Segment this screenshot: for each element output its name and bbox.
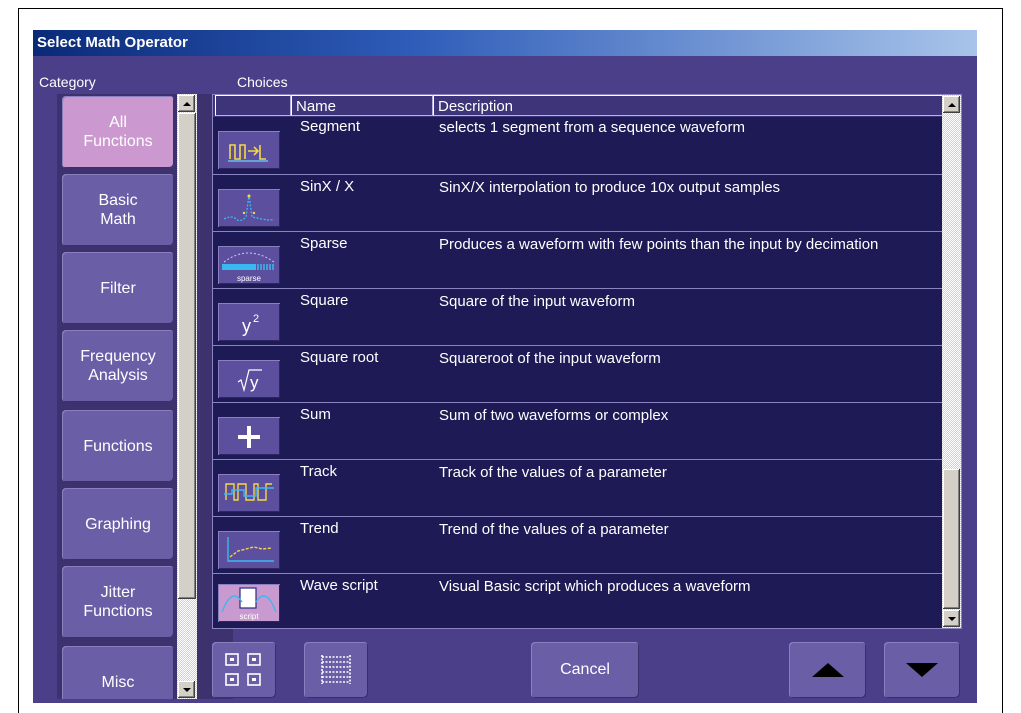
row-name: Trend (300, 520, 339, 537)
script-icon-caption: script (239, 612, 259, 621)
table-row[interactable]: y Square root Squareroot of the input wa… (213, 345, 943, 402)
chevron-up-icon (947, 102, 956, 107)
row-name: Square root (300, 349, 379, 366)
chevron-down-icon (182, 687, 191, 692)
column-header-description[interactable]: Description (433, 95, 943, 116)
row-name: Segment (300, 118, 361, 135)
row-name: Square (300, 292, 349, 309)
scroll-up-button[interactable] (789, 642, 866, 698)
category-frequency-analysis[interactable]: Frequency Analysis (62, 330, 174, 402)
column-header-icon[interactable] (215, 95, 291, 116)
choices-scroll-down-button[interactable] (943, 610, 960, 627)
row-name: Track (300, 463, 337, 480)
table-row[interactable]: sparse Sparse Produces a waveform with f… (213, 231, 943, 288)
row-description: selects 1 segment from a sequence wavefo… (439, 119, 745, 136)
row-name: Wave script (300, 577, 378, 594)
category-filter[interactable]: Filter (62, 252, 174, 324)
row-description: Trend of the values of a parameter (439, 521, 669, 538)
icon-view-button[interactable] (212, 642, 276, 698)
category-list: All Functions Basic Math Filter Frequenc… (57, 94, 233, 699)
svg-text:y: y (242, 316, 251, 336)
sparse-icon: sparse (218, 246, 280, 284)
sinx-icon (218, 189, 280, 227)
table-row[interactable]: Segment selects 1 segment from a sequenc… (213, 117, 943, 174)
track-icon (218, 474, 280, 512)
table-header: Name Description (213, 95, 943, 117)
choices-label: Choices (237, 74, 288, 90)
row-description: Squareroot of the input waveform (439, 350, 661, 367)
chevron-up-icon (182, 101, 191, 106)
choices-scroll-thumb[interactable] (943, 469, 960, 609)
table-row[interactable]: script Wave script Visual Basic script w… (213, 573, 943, 628)
choices-scroll-up-button[interactable] (943, 96, 960, 113)
row-name: SinX / X (300, 178, 355, 195)
select-math-operator-dialog: Select Math Operator Category Choices Al… (33, 30, 977, 703)
trend-icon (218, 531, 280, 569)
row-name: Sparse (300, 235, 348, 252)
table-row[interactable]: Sum Sum of two waveforms or complex (213, 402, 943, 459)
arrow-up-icon (811, 663, 844, 677)
frame-top-line (18, 8, 1003, 9)
script-icon: script (218, 584, 280, 622)
row-description: SinX/X interpolation to produce 10x outp… (439, 179, 781, 196)
category-basic-math[interactable]: Basic Math (62, 174, 174, 246)
category-all-functions[interactable]: All Functions (62, 96, 174, 168)
category-scroll-thumb[interactable] (178, 113, 196, 599)
row-description: Track of the values of a parameter (439, 464, 667, 481)
plus-icon (218, 417, 280, 455)
frame-right-line (1002, 8, 1003, 713)
row-name: Sum (300, 406, 331, 423)
frame-left-line (18, 8, 19, 713)
table-row[interactable]: SinX / X SinX/X interpolation to produce… (213, 174, 943, 231)
sparse-icon-caption: sparse (236, 274, 261, 283)
svg-text:2: 2 (253, 313, 259, 325)
square-root-icon: y (218, 360, 280, 398)
square-icon: y2 (218, 303, 280, 341)
table-row[interactable]: Track Track of the values of a parameter (213, 459, 943, 516)
category-scroll-down-button[interactable] (178, 681, 195, 698)
cancel-button[interactable]: Cancel (531, 642, 639, 698)
category-jitter-functions[interactable]: Jitter Functions (62, 566, 174, 638)
table-row[interactable]: Trend Trend of the values of a parameter (213, 516, 943, 573)
choices-table: Name Description Segment selects 1 segme… (212, 94, 962, 629)
table-row[interactable]: y2 Square Square of the input waveform (213, 288, 943, 345)
category-functions[interactable]: Functions (62, 410, 174, 482)
row-description: Square of the input waveform (439, 293, 635, 310)
category-graphing[interactable]: Graphing (62, 488, 174, 560)
svg-text:y: y (250, 373, 259, 392)
list-view-button[interactable] (304, 642, 368, 698)
list-view-icon (321, 655, 351, 684)
category-scroll-up-button[interactable] (178, 95, 195, 112)
row-description: Produces a waveform with few points than… (439, 236, 879, 253)
category-label: Category (39, 74, 96, 90)
row-description: Sum of two waveforms or complex (439, 407, 669, 424)
segment-icon (218, 131, 280, 169)
category-misc[interactable]: Misc (62, 646, 174, 699)
arrow-down-icon (906, 663, 938, 677)
chevron-down-icon (947, 616, 956, 621)
row-description: Visual Basic script which produces a wav… (439, 578, 751, 595)
scroll-down-button[interactable] (884, 642, 960, 698)
dialog-title: Select Math Operator (33, 30, 977, 56)
column-header-name[interactable]: Name (291, 95, 433, 116)
grid-view-icon (225, 653, 261, 686)
